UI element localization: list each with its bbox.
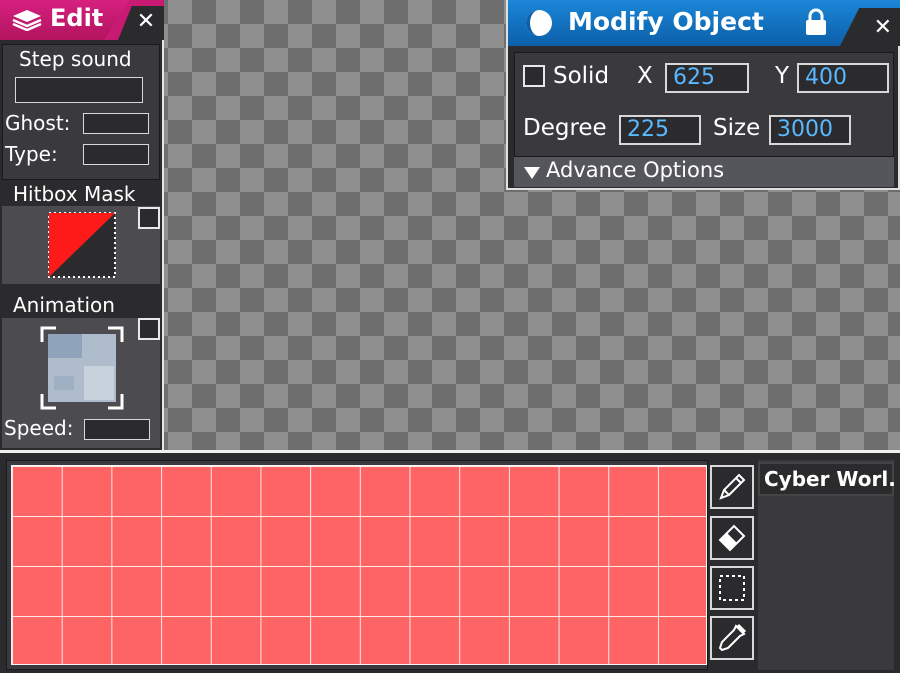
advance-options-toggle[interactable]: Advance Options [514, 156, 894, 187]
degree-input[interactable]: 225 [619, 115, 701, 145]
eraser-icon [718, 524, 746, 552]
pencil-tool-button[interactable] [710, 465, 754, 509]
edit-panel: Edit ✕ Step sound Ghost: Type: Hitbox Ma… [0, 0, 164, 450]
animation-checkbox[interactable] [138, 318, 160, 340]
speed-label: Speed: [4, 416, 74, 440]
properties-section: Step sound Ghost: Type: [2, 44, 160, 180]
modify-object-panel: Modify Object ✕ Solid X 625 Y 400 Degree… [506, 0, 900, 190]
layers-icon [12, 10, 42, 31]
hitbox-mask-label: Hitbox Mask [13, 182, 136, 206]
animation-preview[interactable]: Speed: [2, 318, 160, 448]
ghost-input[interactable] [83, 113, 149, 134]
type-input[interactable] [83, 144, 149, 165]
selection-icon [719, 575, 745, 601]
advance-options-label: Advance Options [546, 158, 725, 182]
animation-label: Animation [13, 293, 115, 317]
step-sound-label: Step sound [19, 47, 132, 71]
size-label: Size [713, 115, 761, 141]
edit-panel-title: Edit [50, 4, 104, 32]
tile-palette-panel: Cyber Worl. [0, 450, 900, 673]
close-icon[interactable]: ✕ [874, 17, 892, 39]
lock-icon[interactable] [804, 8, 828, 36]
eyedropper-tool-button[interactable] [710, 616, 754, 660]
modify-object-header: Modify Object ✕ [508, 0, 900, 46]
eyedropper-icon [718, 623, 747, 652]
moon-icon [526, 10, 552, 36]
hitbox-mask-checkbox[interactable] [138, 207, 160, 229]
x-input[interactable]: 625 [665, 63, 749, 93]
tileset-list: Cyber Worl. [758, 460, 896, 670]
animation-frame-icon [40, 326, 124, 410]
hitbox-mask-preview[interactable] [2, 206, 160, 284]
pencil-icon [719, 473, 746, 500]
y-label: Y [775, 63, 790, 89]
x-label: X [637, 63, 653, 89]
size-input[interactable]: 3000 [769, 115, 851, 145]
solid-checkbox[interactable] [523, 65, 545, 87]
y-input[interactable]: 400 [797, 63, 889, 93]
solid-label: Solid [553, 63, 610, 89]
selection-tool-button[interactable] [710, 566, 754, 610]
speed-input[interactable] [84, 419, 150, 440]
triangle-down-icon [524, 167, 540, 179]
close-icon[interactable]: ✕ [136, 11, 156, 33]
hitbox-triangle-icon [48, 212, 116, 278]
modify-object-title: Modify Object [568, 7, 764, 36]
step-sound-input[interactable] [15, 77, 143, 103]
eraser-tool-button[interactable] [710, 516, 754, 560]
ghost-label: Ghost: [5, 111, 71, 135]
tileset-item[interactable]: Cyber Worl. [758, 462, 896, 496]
tile-grid[interactable] [11, 465, 707, 665]
degree-label: Degree [523, 115, 607, 141]
tile-frame [6, 460, 708, 670]
edit-panel-header: Edit ✕ [0, 0, 164, 40]
type-label: Type: [5, 142, 58, 166]
